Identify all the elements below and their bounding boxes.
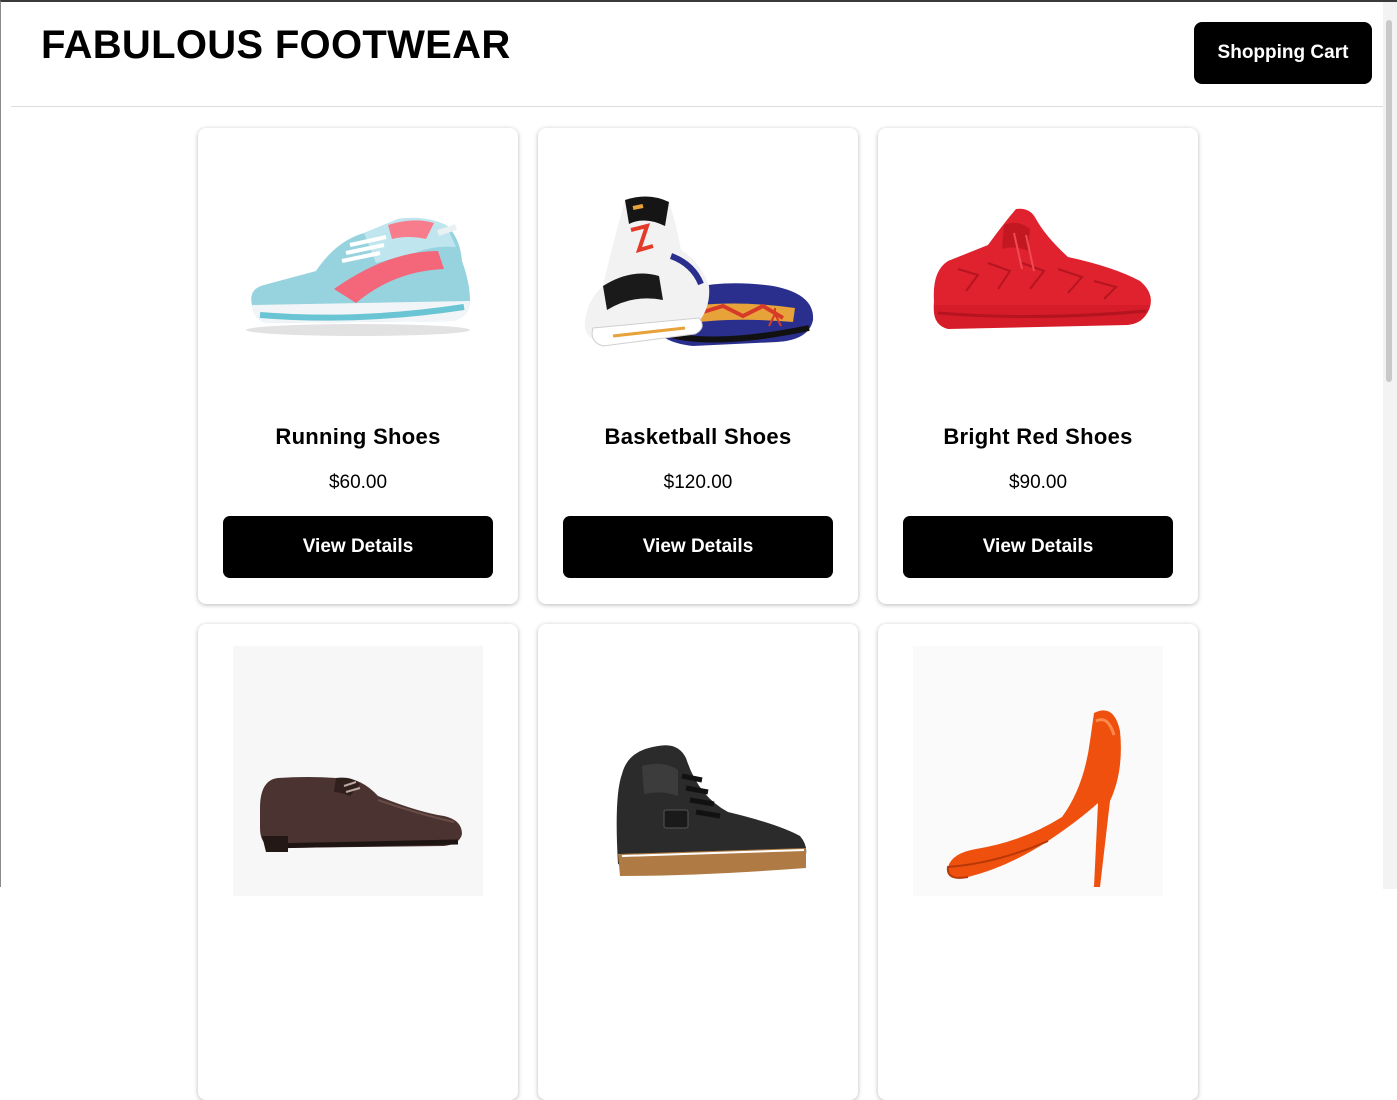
view-details-button[interactable]: View Details [563, 516, 833, 578]
product-card: Bright Red Shoes $90.00 View Details [878, 128, 1198, 604]
product-card: Basketball Shoes $120.00 View Details [538, 128, 858, 604]
product-grid: Running Shoes $60.00 View Details Basket… [198, 128, 1198, 1100]
product-name: Basketball Shoes [604, 424, 792, 449]
high-top-sneaker-image [573, 646, 823, 896]
orange-high-heel-image [913, 646, 1163, 896]
product-price: $120.00 [663, 472, 733, 493]
product-name: Bright Red Shoes [943, 424, 1133, 449]
product-price: $60.00 [328, 472, 388, 493]
product-card [878, 624, 1198, 1100]
product-card [538, 624, 858, 1100]
dress-shoe-image [233, 646, 483, 896]
product-name: Running Shoes [275, 424, 441, 449]
view-details-button[interactable]: View Details [223, 516, 493, 578]
view-details-button[interactable]: View Details [903, 516, 1173, 578]
red-shoe-image [913, 150, 1163, 400]
site-header: FABULOUS FOOTWEAR Shopping Cart [11, 2, 1383, 107]
shopping-cart-button[interactable]: Shopping Cart [1194, 22, 1372, 84]
product-card: Running Shoes $60.00 View Details [198, 128, 518, 604]
vertical-scrollbar[interactable] [1383, 2, 1397, 889]
site-title: FABULOUS FOOTWEAR [41, 23, 511, 67]
scrollbar-thumb[interactable] [1386, 20, 1392, 382]
basketball-shoe-image [573, 150, 823, 400]
running-shoe-image [233, 150, 483, 400]
product-price: $90.00 [1008, 472, 1068, 493]
product-card [198, 624, 518, 1100]
